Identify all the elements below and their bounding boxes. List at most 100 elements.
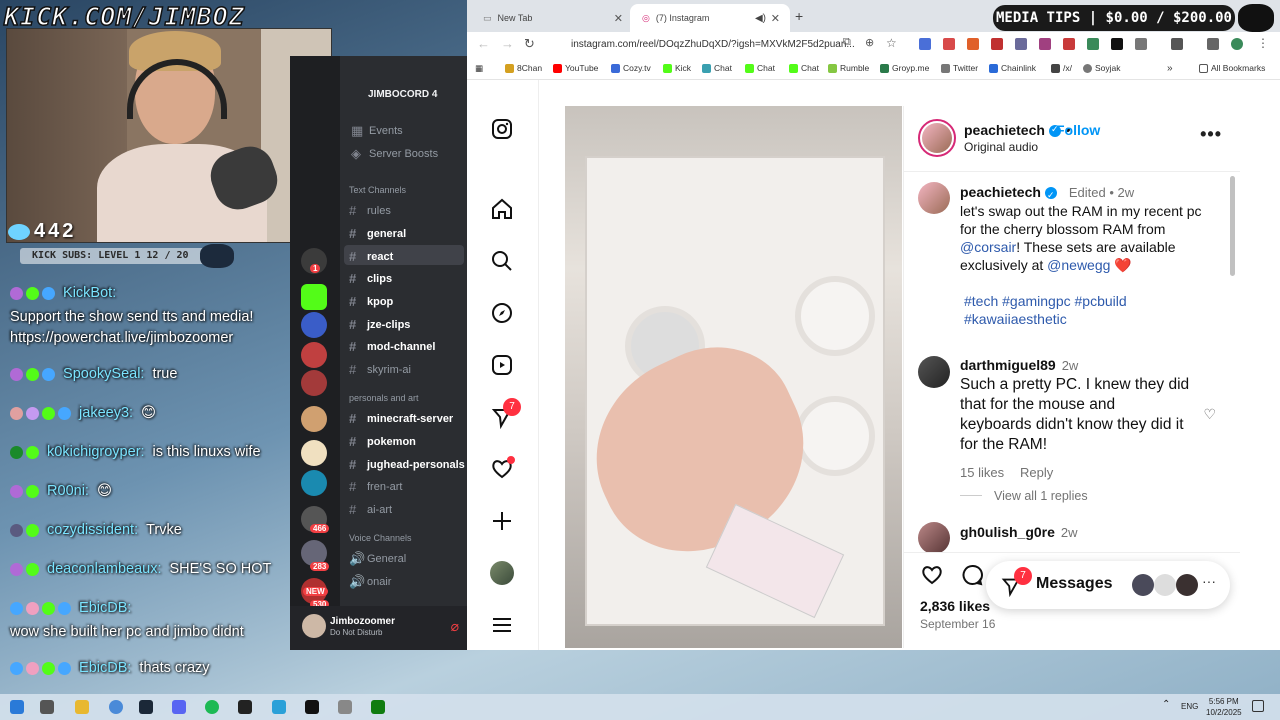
extension-icon[interactable] <box>991 38 1003 50</box>
extension-icon[interactable] <box>1135 38 1147 50</box>
app-icon[interactable] <box>305 700 319 714</box>
tab-instagram[interactable]: ◎ (7) Instagram ◀) ✕ <box>630 4 790 32</box>
app-icon[interactable] <box>238 700 252 714</box>
all-bookmarks[interactable]: All Bookmarks <box>1199 63 1265 73</box>
avatar[interactable] <box>918 356 950 388</box>
follow-button[interactable]: Follow <box>1056 122 1100 138</box>
channel-ai-art[interactable]: # ai-art <box>349 502 392 517</box>
steam-icon[interactable] <box>139 700 153 714</box>
messages-bubble[interactable]: 7 Messages ··· <box>986 561 1230 609</box>
zoom-icon[interactable]: ⊕ <box>865 36 874 49</box>
more-options-button[interactable]: ••• <box>1200 124 1222 145</box>
chrome-icon[interactable] <box>109 700 123 714</box>
menu-icon[interactable]: ⋮ <box>1257 36 1269 50</box>
server-icon[interactable] <box>301 406 327 432</box>
bookmark-youtube[interactable]: YouTube <box>553 63 598 73</box>
reel-video[interactable] <box>565 106 902 648</box>
extension-icon[interactable] <box>919 38 931 50</box>
reels-icon[interactable] <box>489 352 515 378</box>
channel-rules[interactable]: # rules <box>349 203 391 218</box>
bookmark-chat[interactable]: Chat <box>745 63 775 73</box>
instagram-logo-icon[interactable] <box>489 116 515 142</box>
server-icon[interactable] <box>301 312 327 338</box>
category-voice-channels[interactable]: Voice Channels <box>349 533 412 543</box>
server-icon[interactable] <box>301 342 327 368</box>
notifications-heart-icon[interactable] <box>489 456 515 482</box>
bookmark-x[interactable]: /x/ <box>1051 63 1072 73</box>
bookmark-soyjak[interactable]: Soyjak <box>1083 63 1121 73</box>
audio-label[interactable]: Original audio <box>964 140 1038 154</box>
server-icon[interactable] <box>301 440 327 466</box>
server-name[interactable]: JIMBOCORD 4 <box>368 89 437 100</box>
mention-link[interactable]: @newegg <box>1047 257 1110 273</box>
server-icon[interactable] <box>301 370 327 396</box>
close-icon[interactable]: ✕ <box>771 12 780 25</box>
channel-mod-channel[interactable]: # mod-channel <box>349 339 435 354</box>
events-item[interactable]: ▦ Events <box>351 123 403 139</box>
start-icon[interactable] <box>10 700 24 714</box>
voice-channel-general[interactable]: 🔊 General <box>349 551 406 567</box>
like-heart-icon[interactable]: ♡ <box>1203 406 1216 423</box>
file-explorer-icon[interactable] <box>75 700 89 714</box>
channel-react[interactable]: # react <box>349 249 393 264</box>
channel-pokemon[interactable]: # pokemon <box>349 434 416 449</box>
post-username[interactable]: peachietech <box>964 122 1045 138</box>
avatar[interactable] <box>918 182 950 214</box>
app-icon[interactable] <box>338 700 352 714</box>
more-bookmarks-icon[interactable]: » <box>1167 63 1173 74</box>
apps-icon[interactable]: ▦ <box>475 63 483 74</box>
bookmark-cozytv[interactable]: Cozy.tv <box>611 63 651 73</box>
channel-fren-art[interactable]: # fren-art <box>349 479 402 494</box>
like-heart-icon[interactable] <box>920 563 944 592</box>
like-count[interactable]: 2,836 likes <box>920 598 990 614</box>
search-icon[interactable] <box>489 248 515 274</box>
bookmark-kick[interactable]: Kick <box>663 63 691 73</box>
channel-kpop[interactable]: # kpop <box>349 294 393 309</box>
profile-avatar[interactable] <box>1231 38 1243 50</box>
mic-muted-icon[interactable]: ⌀ <box>451 618 459 635</box>
discord-icon[interactable] <box>172 700 186 714</box>
channel-jughead-personals[interactable]: # jughead-personals <box>349 457 465 472</box>
comment-likes[interactable]: 15 likes <box>960 465 1004 480</box>
extension-icon[interactable] <box>1063 38 1075 50</box>
clock[interactable]: 5:56 PM 10/2/2025 <box>1206 696 1242 718</box>
xbox-icon[interactable] <box>371 700 385 714</box>
server-boosts-item[interactable]: ◈ Server Boosts <box>351 146 438 162</box>
bookmark-chat[interactable]: Chat <box>702 63 732 73</box>
comment-icon[interactable] <box>960 563 984 592</box>
channel-jze-clips[interactable]: # jze-clips <box>349 317 410 332</box>
extension-icon[interactable] <box>967 38 979 50</box>
home-icon[interactable] <box>489 196 515 222</box>
reload-icon[interactable]: ↻ <box>524 36 535 52</box>
forward-icon[interactable]: → <box>501 36 514 51</box>
explore-icon[interactable] <box>489 300 515 326</box>
bookmark-8chan[interactable]: 8Chan <box>505 63 542 73</box>
hashtags[interactable]: #tech #gamingpc #pcbuild <box>964 293 1127 309</box>
bookmark-chainlink[interactable]: Chainlink <box>989 63 1036 73</box>
url-input[interactable]: instagram.com/reel/DOqzZhuDqXD/?igsh=MXV… <box>557 35 857 55</box>
channel-skyrim-ai[interactable]: # skyrim-ai <box>349 362 411 377</box>
bookmark-chat[interactable]: Chat <box>789 63 819 73</box>
bookmark-twitter[interactable]: Twitter <box>941 63 978 73</box>
more-menu-icon[interactable] <box>489 612 515 638</box>
reply-button[interactable]: Reply <box>1020 465 1053 480</box>
back-icon[interactable]: ← <box>477 36 490 51</box>
close-icon[interactable]: ✕ <box>614 12 623 25</box>
bookmark-rumble[interactable]: Rumble <box>828 63 869 73</box>
task-view-icon[interactable] <box>40 700 54 714</box>
scrollbar[interactable] <box>1230 176 1235 276</box>
x-icon[interactable] <box>1111 38 1123 50</box>
extension-icon[interactable] <box>1087 38 1099 50</box>
avatar[interactable] <box>922 123 952 153</box>
sidebar-icon[interactable] <box>1171 38 1183 50</box>
hashtags[interactable]: #kawaiiaesthetic <box>964 311 1067 327</box>
extension-icon[interactable] <box>1015 38 1027 50</box>
bookmark-star-icon[interactable]: ☆ <box>886 36 897 50</box>
view-replies-button[interactable]: View all 1 replies <box>994 489 1088 503</box>
tray-chevron-icon[interactable]: ⌃ <box>1162 699 1170 710</box>
language-indicator[interactable]: ENG <box>1181 702 1198 711</box>
messenger-icon[interactable]: 7 <box>489 398 521 430</box>
extension-icon[interactable] <box>1039 38 1051 50</box>
notifications-icon[interactable] <box>1252 700 1264 712</box>
profile-avatar[interactable] <box>489 560 515 586</box>
